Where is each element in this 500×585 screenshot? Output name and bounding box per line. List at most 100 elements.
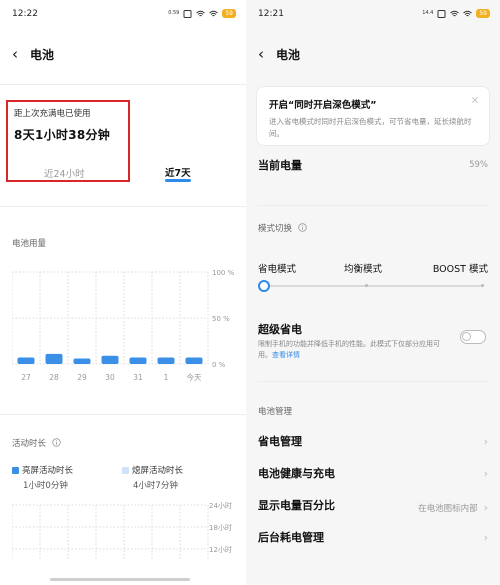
usage-bar[interactable] — [157, 357, 175, 364]
x-tick-label: 1 — [164, 373, 169, 382]
section-divider — [0, 414, 246, 415]
current-level-row: 当前电量 59% — [258, 156, 488, 174]
legend-swatch — [122, 467, 129, 474]
slider-stop — [481, 284, 484, 287]
y-tick-label: 50 % — [212, 315, 230, 323]
dark-mode-tip-card[interactable]: 开启“同时开启深色模式” 进入省电模式时同时开启深色模式，可节省电量，延长续航时… — [256, 86, 490, 146]
chart-grid — [12, 271, 209, 365]
section-divider — [258, 381, 488, 382]
list-item-show-percentage[interactable]: 显示电量百分比 在电池图标内部 › — [258, 496, 488, 514]
usage-bar[interactable] — [45, 353, 63, 364]
chevron-right-icon: › — [483, 466, 488, 480]
mode-slider[interactable] — [258, 280, 488, 292]
x-tick-label: 31 — [133, 373, 143, 382]
home-indicator — [50, 578, 190, 581]
wifi-icon — [450, 10, 460, 16]
legend-label: 亮屏活动时长 — [22, 466, 74, 476]
page-header: ‹ 电池 — [258, 44, 300, 64]
usage-bar[interactable] — [73, 358, 91, 364]
current-level-value: 59% — [469, 160, 488, 170]
status-bar: 12:22 0.59 59 — [12, 7, 236, 23]
list-item-label: 后台耗电管理 — [258, 531, 324, 544]
section-divider — [258, 205, 488, 206]
active-duration-title: 活动时长 — [12, 437, 61, 449]
wifi-signal-icon — [209, 10, 219, 16]
back-arrow-icon[interactable]: ‹ — [12, 45, 18, 63]
mode-boost[interactable]: BOOST 模式 — [433, 261, 488, 275]
x-tick-label: 27 — [21, 373, 31, 382]
tip-card-body: 进入省电模式时同时开启深色模式，可节省电量，延长续航时间。 — [269, 117, 472, 138]
mode-balanced[interactable]: 均衡模式 — [344, 261, 382, 275]
legend-swatch — [12, 467, 19, 474]
page-title: 电池 — [30, 47, 55, 62]
tab-24h[interactable]: 近24小时 — [44, 166, 85, 180]
battery-indicator: 59 — [476, 9, 490, 18]
usage-bar[interactable] — [129, 357, 147, 364]
slider-knob[interactable] — [258, 280, 270, 292]
view-details-link[interactable]: 查看详情 — [272, 351, 300, 359]
nfc-icon — [437, 9, 446, 18]
toggle-thumb — [462, 332, 471, 341]
ultra-power-saving-row: 超级省电 — [258, 320, 488, 338]
x-tick-label: 29 — [77, 373, 87, 382]
usage-bar[interactable] — [101, 355, 119, 364]
status-time: 12:21 — [258, 9, 284, 19]
duration-tick-label: 24小时 — [209, 501, 232, 510]
nfc-icon — [183, 9, 192, 18]
back-arrow-icon[interactable]: ‹ — [258, 45, 264, 63]
screen: 12:22 0.59 59 ‹ 电池 距上次充满电已使用 8天1小时38分钟 近… — [0, 0, 500, 585]
info-icon[interactable] — [298, 223, 307, 232]
info-icon[interactable] — [52, 438, 61, 447]
battery-indicator: 59 — [222, 9, 236, 18]
mode-switch-label: 模式切换 — [258, 224, 293, 234]
chevron-right-icon: › — [483, 500, 488, 514]
x-tick-label: 28 — [49, 373, 59, 382]
legend-label: 熄屏活动时长 — [132, 466, 184, 476]
slider-stop — [365, 284, 368, 287]
close-icon[interactable]: × — [471, 95, 479, 106]
tab-7d[interactable]: 近7天 — [165, 165, 191, 179]
duration-tick-label: 18小时 — [209, 523, 232, 532]
header-divider — [0, 84, 246, 85]
active-duration-chart: 24小时 18小时 12小时 — [12, 501, 232, 560]
chart-bars — [17, 353, 203, 364]
status-time: 12:22 — [12, 9, 38, 19]
active-tab-indicator — [165, 179, 191, 182]
y-tick-label: 100 % — [212, 269, 235, 277]
list-item-value: 在电池图标内部 — [418, 503, 478, 514]
network-speed: 14.4 — [422, 10, 434, 16]
battery-usage-screen: 12:22 0.59 59 ‹ 电池 距上次充满电已使用 8天1小时38分钟 近… — [0, 0, 246, 585]
usage-bar[interactable] — [185, 357, 203, 364]
list-item-power-saving-management[interactable]: 省电管理 › — [258, 432, 488, 450]
active-duration-label: 活动时长 — [12, 439, 47, 449]
y-tick-label: 0 % — [212, 361, 226, 369]
legend-screen-on: 亮屏活动时长 1小时0分钟 — [12, 464, 73, 491]
ultra-power-saving-desc: 限制手机的功能并降低手机的性能。此模式下仅部分应用可用。查看详情 — [258, 339, 448, 361]
legend-screen-off: 熄屏活动时长 4小时7分钟 — [122, 464, 183, 491]
legend-value: 4小时7分钟 — [133, 481, 178, 491]
battery-management-title: 电池管理 — [258, 407, 293, 417]
chart-x-labels: 27 28 29 30 31 1 今天 — [21, 372, 202, 382]
list-item-label: 省电管理 — [258, 435, 302, 448]
mode-switch-title: 模式切换 — [258, 222, 307, 234]
network-speed: 0.59 — [168, 10, 180, 16]
chevron-right-icon: › — [483, 434, 488, 448]
status-icons: 14.4 59 — [422, 9, 490, 18]
mode-power-saving[interactable]: 省电模式 — [258, 261, 296, 275]
x-tick-label: 30 — [105, 373, 115, 382]
ultra-power-saving-toggle[interactable] — [460, 330, 486, 344]
duration-tick-label: 12小时 — [209, 545, 232, 554]
status-bar: 12:21 14.4 59 — [258, 7, 490, 23]
list-item-battery-health[interactable]: 电池健康与充电 › — [258, 464, 488, 482]
list-item-label: 电池健康与充电 — [258, 467, 335, 480]
legend-value: 1小时0分钟 — [23, 481, 68, 491]
page-title: 电池 — [276, 47, 301, 62]
status-icons: 0.59 59 — [168, 9, 236, 18]
list-item-background-drain[interactable]: 后台耗电管理 › — [258, 528, 488, 546]
wifi-icon — [196, 10, 206, 16]
section-divider — [0, 206, 246, 207]
tip-card-title: 开启“同时开启深色模式” — [269, 100, 377, 111]
wifi-signal-icon — [463, 10, 473, 16]
usage-bar[interactable] — [17, 357, 35, 364]
list-item-label: 显示电量百分比 — [258, 499, 335, 512]
